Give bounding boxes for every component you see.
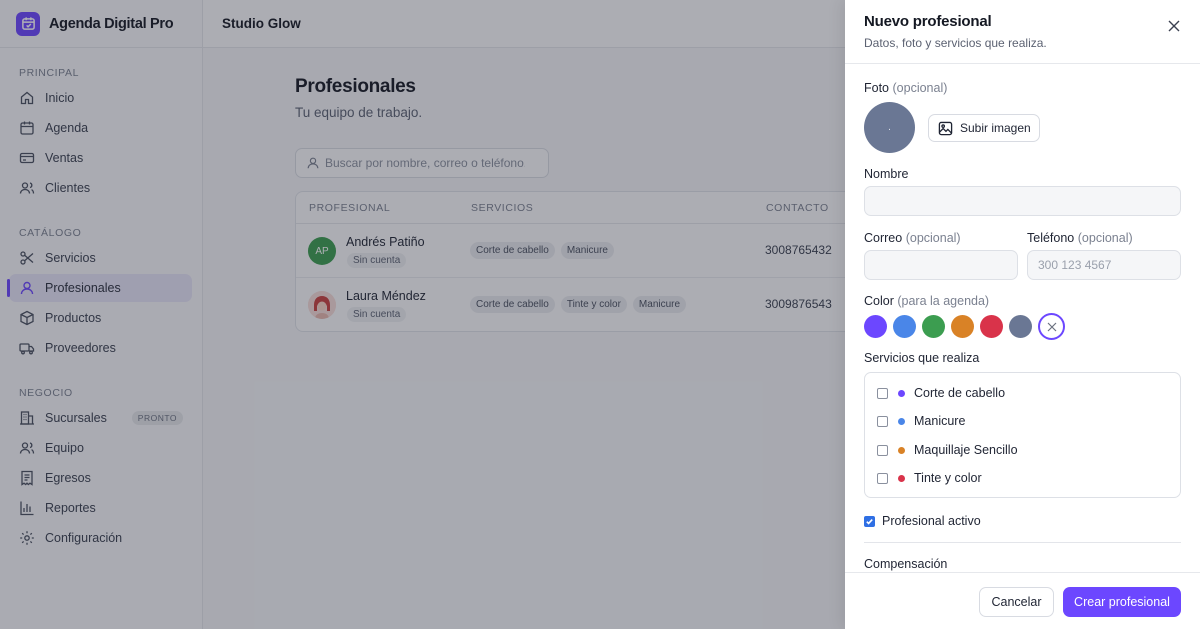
drawer-subtitle: Datos, foto y servicios que realiza.: [864, 36, 1047, 50]
service-option-label: Maquillaje Sencillo: [914, 443, 1018, 457]
close-icon: [1168, 20, 1180, 32]
color-swatch[interactable]: [951, 315, 974, 338]
drawer-title: Nuevo profesional: [864, 13, 992, 30]
optional-hint: (opcional): [905, 231, 961, 245]
color-swatch[interactable]: [980, 315, 1003, 338]
email-field[interactable]: [864, 250, 1018, 280]
color-swatch[interactable]: [1009, 315, 1032, 338]
name-input[interactable]: [864, 186, 1181, 216]
name-label: Nombre: [864, 167, 909, 181]
color-swatch[interactable]: [893, 315, 916, 338]
service-color-dot: [898, 446, 905, 454]
active-label: Profesional activo: [882, 514, 981, 528]
drawer-header: Nuevo profesional Datos, foto y servicio…: [845, 0, 1200, 64]
close-button[interactable]: [1165, 17, 1183, 35]
service-checkbox[interactable]: [877, 387, 888, 399]
upload-image-label: Subir imagen: [960, 121, 1031, 135]
modal-backdrop[interactable]: [0, 0, 845, 629]
create-professional-button[interactable]: Crear profesional: [1063, 587, 1181, 617]
phone-label-text: Teléfono: [1027, 231, 1075, 245]
service-color-dot: [898, 389, 905, 397]
check-icon: [866, 518, 873, 525]
color-swatch[interactable]: [922, 315, 945, 338]
service-option-corte-de-cabello[interactable]: Corte de cabello: [877, 384, 1005, 402]
close-icon: [1047, 322, 1056, 331]
color-swatch[interactable]: [864, 315, 887, 338]
new-professional-drawer: Nuevo profesional Datos, foto y servicio…: [845, 0, 1200, 629]
cancel-button[interactable]: Cancelar: [979, 587, 1054, 617]
active-toggle[interactable]: Profesional activo: [864, 514, 981, 528]
email-label: Correo (opcional): [864, 231, 961, 245]
service-color-dot: [898, 417, 905, 425]
drawer-footer: Cancelar Crear profesional: [845, 572, 1200, 629]
service-color-dot: [898, 474, 905, 482]
service-option-label: Tinte y color: [914, 471, 982, 485]
divider: [864, 542, 1181, 543]
service-option-label: Corte de cabello: [914, 386, 1006, 400]
photo-preview: .: [864, 102, 915, 153]
optional-hint: (para la agenda): [897, 294, 990, 308]
color-label-text: Color: [864, 294, 894, 308]
compensation-label: Compensación: [864, 557, 948, 571]
services-list: Corte de cabello Manicure Maquillaje Sen…: [864, 372, 1181, 498]
service-option-label: Manicure: [914, 414, 966, 428]
optional-hint: (opcional): [1077, 231, 1133, 245]
color-label: Color (para la agenda): [864, 294, 989, 308]
phone-field[interactable]: [1027, 250, 1181, 280]
services-label: Servicios que realiza: [864, 351, 980, 365]
service-checkbox[interactable]: [877, 472, 888, 484]
email-label-text: Correo: [864, 231, 903, 245]
service-option-maquillaje-sencillo[interactable]: Maquillaje Sencillo: [877, 441, 1018, 459]
image-icon: [938, 121, 953, 135]
no-color-swatch[interactable]: [1038, 313, 1065, 340]
service-checkbox[interactable]: [877, 444, 888, 456]
photo-label-text: Foto: [864, 81, 890, 95]
photo-label: Foto (opcional): [864, 81, 947, 95]
service-option-manicure[interactable]: Manicure: [877, 412, 965, 430]
service-option-tinte-y-color[interactable]: Tinte y color: [877, 469, 982, 487]
phone-label: Teléfono (opcional): [1027, 231, 1133, 245]
service-checkbox[interactable]: [877, 415, 888, 427]
active-checkbox[interactable]: [864, 515, 875, 527]
upload-image-button[interactable]: Subir imagen: [928, 114, 1040, 142]
optional-hint: (opcional): [892, 81, 948, 95]
color-swatches: [864, 313, 1065, 340]
